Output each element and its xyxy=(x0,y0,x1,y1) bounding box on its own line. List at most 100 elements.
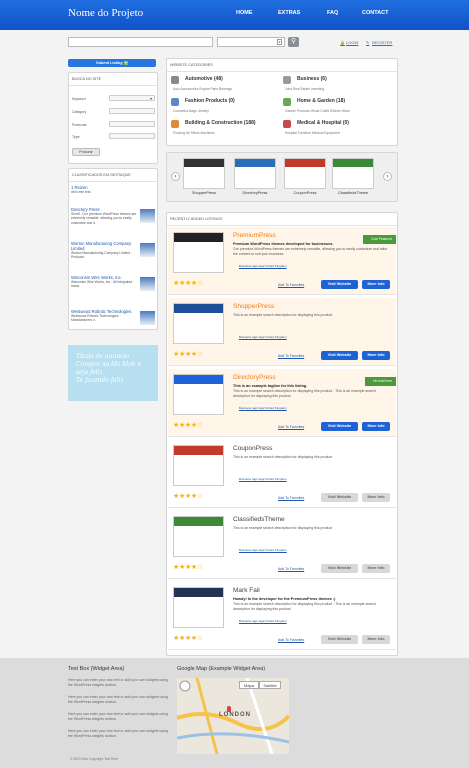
more-info-button[interactable]: More Info xyxy=(362,280,390,289)
listing-title[interactable]: CouponPress xyxy=(233,445,272,452)
visit-website-button[interactable]: Visit Website xyxy=(321,422,358,431)
search-category-select[interactable]: ▾ xyxy=(217,37,285,47)
google-map[interactable]: Mapa Satélite LONDON xyxy=(177,678,289,754)
add-to-favorites-link[interactable]: Add To Favorites xyxy=(278,496,304,500)
add-to-favorites-link[interactable]: Add To Favorites xyxy=(278,354,304,358)
listing-thumbnail[interactable] xyxy=(173,303,224,344)
rating-stars[interactable]: ★★★★☆ xyxy=(173,279,203,287)
nav-extras[interactable]: EXTRAS xyxy=(278,10,300,16)
sticky-line: Compre ao blo bloh e xyxy=(76,361,142,368)
listing-title[interactable]: DirectoryPress xyxy=(233,374,276,381)
listing-tags[interactable]: Business tag1 tag2 United Kingdom xyxy=(239,548,287,552)
listing-tags[interactable]: Business tag1 tag2 United Kingdom xyxy=(239,264,287,268)
carousel-slide-label[interactable]: ClassifiedsTheme xyxy=(328,191,378,195)
login-link[interactable]: LOGIN xyxy=(346,40,358,45)
category-link[interactable]: Automotive (48) xyxy=(185,76,223,82)
keyword-field[interactable]: ▾ xyxy=(109,95,155,101)
nav-contact[interactable]: CONTACT xyxy=(362,10,388,16)
visit-website-button[interactable]: Visit Website xyxy=(321,493,358,502)
featured-item-thumbnail[interactable] xyxy=(140,243,155,257)
featured-item[interactable]: 1 Reizen dit is een test. xyxy=(71,185,155,194)
carousel-slide[interactable] xyxy=(234,158,276,189)
featured-item-thumbnail[interactable] xyxy=(140,277,155,291)
sticky-note-ad[interactable]: Título de anuncio Compre ao blo bloh e s… xyxy=(68,345,158,401)
search-button[interactable]: ⚲ xyxy=(288,37,299,47)
search-row: ▾ ⚲ 🔒 LOGIN ✎ REGISTER xyxy=(0,35,469,55)
listing-title[interactable]: ClassifiedsTheme xyxy=(233,516,285,523)
rating-stars[interactable]: ★★★★☆ xyxy=(173,492,203,500)
thumbnail-header xyxy=(174,233,223,242)
featured-item-title[interactable]: Worton Manufacturing Company Limited xyxy=(71,241,137,251)
carousel-slide[interactable] xyxy=(284,158,326,189)
footer-text: Here you can enter your own text or add … xyxy=(68,678,168,687)
rating-stars[interactable]: ★★★★☆ xyxy=(173,634,203,642)
category-icon xyxy=(283,76,291,84)
listing-thumbnail[interactable] xyxy=(173,374,224,415)
listing-title[interactable]: ShopperPress xyxy=(233,303,274,310)
carousel-slide-label[interactable]: ShopperPress xyxy=(179,191,229,195)
search-submit-button[interactable]: Procurar xyxy=(72,148,100,156)
add-to-favorites-link[interactable]: Add To Favorites xyxy=(278,638,304,642)
featured-item[interactable]: Wisconsin Wire Works, Inc. Wisconsin Wir… xyxy=(71,275,137,289)
listing-thumbnail[interactable] xyxy=(173,445,224,486)
carousel-slide[interactable] xyxy=(183,158,225,189)
category-link[interactable]: Business (6) xyxy=(297,76,327,82)
category-icon xyxy=(283,98,291,106)
category-link[interactable]: Medical & Hospital (0) xyxy=(297,120,349,126)
search-icon: ⚲ xyxy=(290,38,297,45)
category-link[interactable]: Building & Construction (188) xyxy=(185,120,256,126)
more-info-button[interactable]: More Info xyxy=(362,635,390,644)
thumbnail-header xyxy=(174,375,223,384)
more-info-button[interactable]: More Info xyxy=(362,564,390,573)
listing-thumbnail[interactable] xyxy=(173,587,224,628)
category-link[interactable]: Fashion Products (0) xyxy=(185,98,235,104)
register-link[interactable]: REGISTER xyxy=(372,40,392,45)
more-info-button[interactable]: More Info xyxy=(362,351,390,360)
more-info-button[interactable]: More Info xyxy=(362,493,390,502)
site-title[interactable]: Nome do Projeto xyxy=(68,7,143,19)
visit-website-button[interactable]: Visit Website xyxy=(321,280,358,289)
postcode-field[interactable] xyxy=(109,121,155,127)
category-field[interactable] xyxy=(109,108,155,114)
rating-stars[interactable]: ★★★★☆ xyxy=(173,563,203,571)
category-link[interactable]: Home & Garden (18) xyxy=(297,98,345,104)
visit-website-button[interactable]: Visit Website xyxy=(321,635,358,644)
more-info-button[interactable]: More Info xyxy=(362,422,390,431)
listing-tags[interactable]: Business tag1 tag2 United Kingdom xyxy=(239,477,287,481)
search-input[interactable] xyxy=(68,37,213,47)
add-to-favorites-link[interactable]: Add To Favorites xyxy=(278,283,304,287)
featured-item[interactable]: Worton Manufacturing Company Limited Wor… xyxy=(71,241,137,260)
listing-thumbnail[interactable] xyxy=(173,516,224,557)
listing-tags[interactable]: Business tag1 tag2 United Kingdom xyxy=(239,619,287,623)
featured-item[interactable]: Westwood Robotic Technologies Westwood R… xyxy=(71,309,137,323)
submit-listing-button[interactable]: Submit Listing + xyxy=(68,59,156,67)
visit-website-button[interactable]: Visit Website xyxy=(321,564,358,573)
listing-card: ClassifiedsTheme This is an example sear… xyxy=(168,511,396,579)
rating-stars[interactable]: ★★★★☆ xyxy=(173,421,203,429)
type-field[interactable] xyxy=(109,133,155,139)
listing-title[interactable]: PremiumPress xyxy=(233,232,276,239)
listing-tagline: Howdy! In the developer for the PremiumP… xyxy=(233,597,336,601)
featured-item-thumbnail[interactable] xyxy=(140,209,155,223)
listing-title[interactable]: Mark Fail xyxy=(233,587,260,594)
carousel-slide[interactable] xyxy=(332,158,374,189)
rating-stars[interactable]: ★★★★☆ xyxy=(173,350,203,358)
featured-item[interactable]: Directory Press Shortl - Our premium Wor… xyxy=(71,207,137,225)
nav-home[interactable]: HOME xyxy=(236,10,253,16)
listing-tags[interactable]: Business tag1 tag2 United Kingdom xyxy=(239,335,287,339)
carousel-next-arrow[interactable]: › xyxy=(383,172,392,181)
carousel-slide-label[interactable]: DirectoryPress xyxy=(230,191,280,195)
listing-thumbnail[interactable] xyxy=(173,232,224,273)
carousel-prev-arrow[interactable]: ‹ xyxy=(171,172,180,181)
thumbnail-header xyxy=(174,517,223,526)
carousel-slide-label[interactable]: CouponPress xyxy=(280,191,330,195)
listing-tags[interactable]: Business tag1 tag2 United Kingdom xyxy=(239,406,287,410)
featured-item-thumbnail[interactable] xyxy=(140,311,155,325)
visit-website-button[interactable]: Visit Website xyxy=(321,351,358,360)
map-pin-icon[interactable] xyxy=(227,706,231,712)
nav-faq[interactable]: FAQ xyxy=(327,10,338,16)
add-to-favorites-link[interactable]: Add To Favorites xyxy=(278,567,304,571)
satellite-type-button[interactable]: Satélite xyxy=(259,681,281,689)
add-to-favorites-link[interactable]: Add To Favorites xyxy=(278,425,304,429)
map-type-button[interactable]: Mapa xyxy=(239,681,259,689)
